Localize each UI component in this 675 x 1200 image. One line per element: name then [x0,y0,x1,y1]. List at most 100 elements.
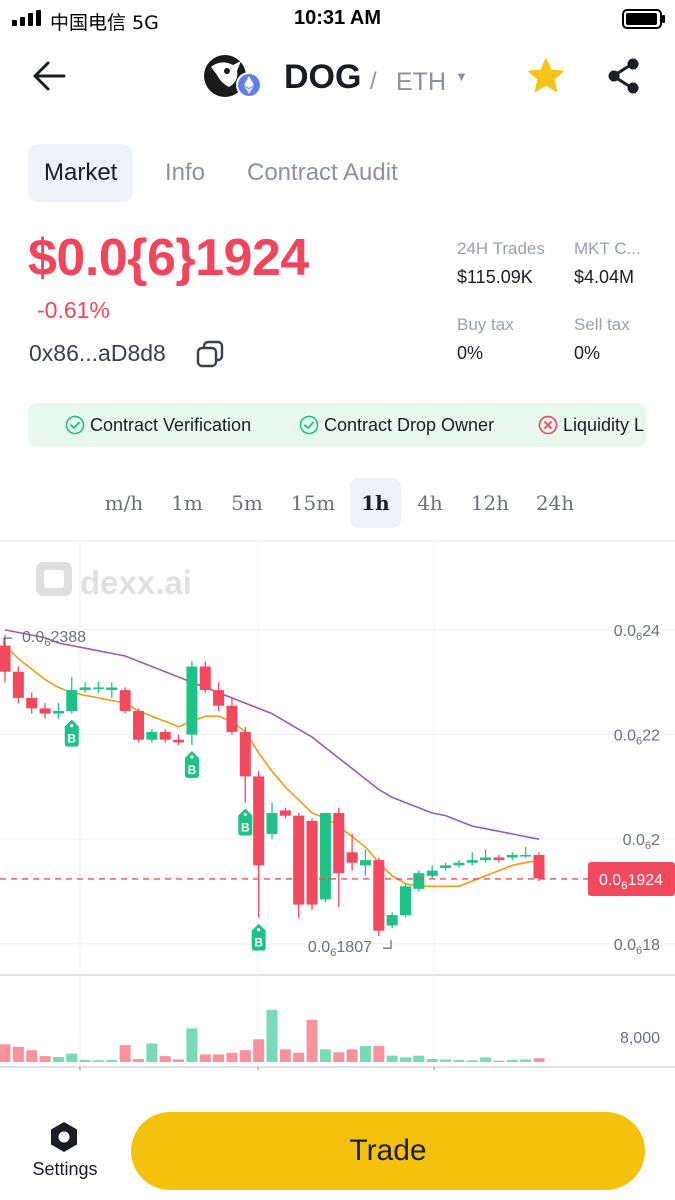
candle-body [173,739,185,743]
y-axis-tick-label: 0.0618 [614,937,660,957]
audit-item-drop-owner: Contract Drop Owner [324,415,495,435]
volume-bar [159,1056,171,1062]
pair-quote[interactable]: ETH [396,68,446,97]
candle-body [453,862,465,866]
share-icon[interactable] [604,56,644,96]
timeframe-15m[interactable]: 15m [284,478,342,528]
volume-bar [466,1060,478,1062]
star-icon[interactable] [526,56,566,96]
copy-icon[interactable] [195,339,225,369]
candle-body [533,854,545,879]
settings-label[interactable]: Settings [16,1159,114,1180]
x-circle-icon [538,415,558,435]
candle-body [106,687,118,691]
buy-marker-dot [257,928,261,932]
candle-body [413,873,425,889]
candle-body [293,815,305,905]
timeframe-5m[interactable]: 5m [222,478,272,528]
token-logo [204,55,261,98]
volume-bar [319,1049,331,1062]
low-marker-label: 0.061807 [308,939,372,959]
buy-marker-label: B [254,936,263,950]
volume-bar [253,1039,265,1062]
candle-body [26,697,38,709]
tab-info[interactable]: Info [165,144,205,202]
candle-body [186,666,198,735]
audit-strip[interactable]: Contract Verification Contract Drop Owne… [28,403,646,447]
back-arrow-icon[interactable] [28,54,72,98]
buy-marker: B [184,750,199,778]
nav-header: DOG / ETH ▼ [0,40,675,112]
candle-body [133,710,144,740]
timeframe-m-h[interactable]: m/h [97,478,151,528]
price-chart[interactable]: dexx.ai B B B B 0.061924 0.0624 0.0622 0.062 0… [0,540,675,1070]
candle-body [480,857,492,861]
watermark-logo [36,562,72,596]
candle-body [319,813,331,900]
volume-bar [266,1009,278,1062]
candle-body [52,710,64,714]
stat-mkt-cap-label: MKT C... [574,239,641,258]
timeframe-1h[interactable]: 1h [350,478,401,528]
audit-item-liquidity: Liquidity L [563,415,645,435]
volume-bar [106,1059,118,1062]
ma-fast-line [4,645,540,888]
volume-bar [426,1059,438,1062]
candle-body [39,708,51,714]
candle-body [359,860,371,866]
timeframe-12h[interactable]: 12h [462,478,518,528]
candle-body [279,810,291,816]
volume-bar [213,1054,225,1062]
chevron-down-icon[interactable]: ▼ [455,69,468,84]
candle-body [12,671,24,698]
stat-sell-tax-label: Sell tax [574,315,630,334]
volume-bar [79,1059,91,1062]
candle-body [426,870,438,876]
check-circle-icon [65,415,85,435]
buy-marker: B [64,719,79,747]
volume-bar [199,1054,211,1062]
pair-separator: / [370,68,377,95]
stat-mkt-cap-value: $4.04M [574,267,635,287]
stat-buy-tax-label: Buy tax [457,315,514,334]
timeframe-selector: m/h 1m 5m 15m 1h 4h 12h 24h [0,478,675,530]
volume-bar [333,1052,345,1062]
volume-bar [12,1046,24,1062]
candle-body [386,915,398,926]
pair-base[interactable]: DOG [284,58,361,97]
volume-bar [373,1046,385,1062]
buy-marker: B [251,923,266,951]
price-change: -0.61% [37,297,110,323]
timeframe-1m[interactable]: 1m [163,478,211,528]
buy-marker-label: B [188,763,197,777]
clock: 10:31 AM [293,7,382,29]
candle-body [266,813,278,834]
volume-bar [173,1059,185,1062]
candle-body [79,687,91,691]
y-axis-tick-label: 0.0622 [614,728,660,748]
candle-body [0,645,11,672]
volume-bar [226,1052,238,1062]
battery-icon [622,9,665,29]
trade-button[interactable]: Trade [131,1112,645,1190]
timeframe-4h[interactable]: 4h [406,478,454,528]
candle-body [199,666,211,691]
tab-contract-audit[interactable]: Contract Audit [247,144,398,202]
volume-bar [520,1059,532,1062]
volume-bar [506,1059,518,1062]
stat-24h-trades-value: $115.09K [457,267,533,287]
volume-bar [533,1058,545,1062]
candle-body [213,690,225,706]
settings-icon[interactable] [47,1120,81,1154]
high-marker-label: 0.062388 [22,629,86,649]
volume-bar [119,1045,131,1062]
candle-body [400,886,411,916]
volume-bar [133,1059,144,1062]
timeframe-24h[interactable]: 24h [526,478,584,528]
token-price: $0.0{6}1924 [28,229,309,287]
candle-body [146,731,158,740]
stat-24h-trades-label: 24H Trades [457,239,545,258]
tab-market[interactable]: Market [28,144,134,202]
buy-marker-dot [190,755,194,759]
check-circle-icon [299,415,319,435]
